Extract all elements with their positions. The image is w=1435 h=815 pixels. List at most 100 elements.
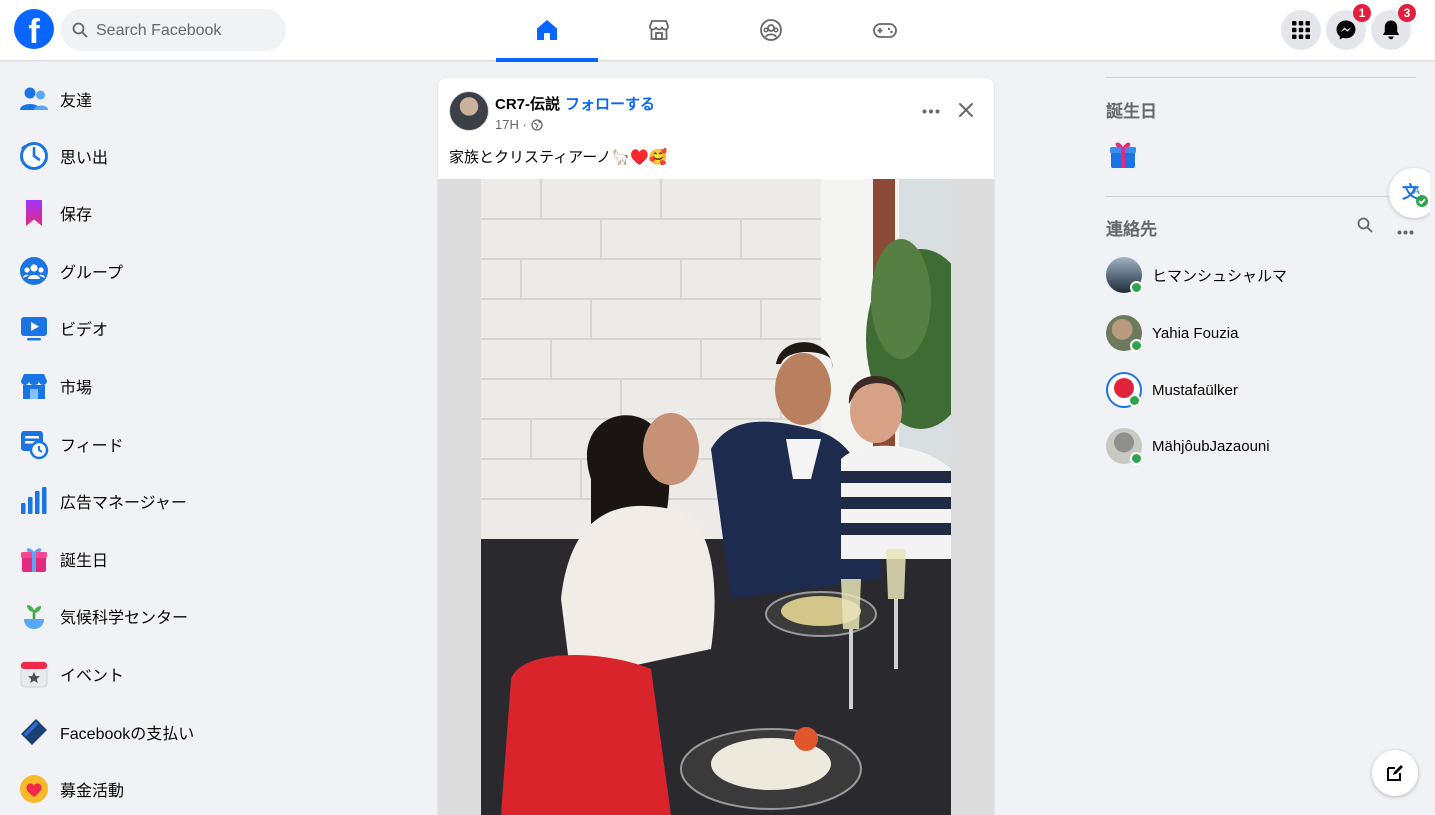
feed-post: CR7-伝説 · フォローする 17H · 家族とクリスティアーノ🦙♥️🥰 — [438, 78, 994, 815]
tab-marketplace[interactable] — [608, 0, 710, 60]
post-options-button[interactable] — [916, 98, 946, 124]
contact-name: Yahia Fouzia — [1152, 324, 1239, 342]
sidebar-item-label: 気候科学センター — [60, 610, 189, 627]
contact-name: Mustafaülker — [1152, 381, 1238, 399]
video-icon — [16, 310, 52, 346]
post-photo-container[interactable] — [438, 179, 994, 815]
post-photo[interactable] — [481, 179, 951, 815]
right-column-divider — [1106, 77, 1416, 78]
tab-home[interactable] — [496, 0, 598, 62]
post-author-name[interactable]: CR7-伝説 — [495, 93, 560, 114]
avatar — [1106, 257, 1143, 294]
online-indicator — [1130, 339, 1143, 352]
notifications-button[interactable]: 3 — [1371, 4, 1416, 50]
avatar — [1106, 372, 1142, 408]
sidebar-item-fundraisers[interactable]: 募金活動 — [8, 763, 298, 815]
contact-item[interactable]: Yahia Fouzia — [1106, 308, 1406, 358]
sidebar-item-label: 思い出 — [60, 150, 109, 167]
birthdays-heading: 誕生日 — [1106, 102, 1157, 121]
avatar — [1106, 315, 1143, 352]
gamepad-icon — [873, 23, 897, 38]
bell-icon — [1382, 20, 1400, 40]
compose-icon — [1387, 765, 1403, 781]
sidebar-item-facebook-pay[interactable]: Facebookの支払い — [8, 706, 298, 758]
post-meta: 17H · — [495, 117, 543, 132]
contact-item[interactable]: Mustafaülker — [1106, 365, 1406, 415]
close-icon — [959, 103, 973, 117]
contact-name: ヒマンシュシャルマ — [1152, 267, 1288, 285]
sidebar-item-label: 募金活動 — [60, 783, 125, 800]
sidebar-item-groups[interactable]: グループ — [8, 245, 298, 297]
sidebar-item-label: ビデオ — [60, 322, 109, 339]
online-indicator — [1128, 394, 1141, 407]
fundraiser-icon — [16, 771, 52, 807]
sidebar-item-ads-manager[interactable]: 広告マネージャー — [8, 475, 298, 527]
tab-groups[interactable] — [720, 0, 822, 60]
translate-extension-button[interactable]: 文 A — [1389, 168, 1435, 218]
feeds-icon — [16, 426, 52, 462]
svg-text:A: A — [1413, 186, 1420, 197]
search-input[interactable] — [94, 9, 278, 53]
sidebar-item-label: フィード — [60, 438, 124, 455]
more-horizontal-icon — [922, 109, 940, 113]
post-author-avatar[interactable] — [449, 91, 489, 131]
memories-icon — [16, 138, 52, 174]
home-icon — [537, 20, 557, 40]
saved-icon — [16, 195, 52, 231]
separator-dot: · — [556, 93, 561, 110]
post-timestamp[interactable]: 17H · — [495, 117, 527, 132]
sidebar-item-label: 市場 — [60, 380, 93, 397]
online-indicator — [1130, 281, 1143, 294]
sidebar-item-label: 保存 — [60, 207, 93, 224]
marketplace-icon — [16, 368, 52, 404]
menu-button[interactable] — [1281, 10, 1321, 50]
translate-icon: 文 A — [1402, 182, 1428, 207]
online-indicator — [1130, 452, 1143, 465]
sidebar-item-feeds[interactable]: フィード — [8, 418, 298, 470]
sidebar-item-video[interactable]: ビデオ — [8, 302, 298, 354]
messenger-icon — [1336, 20, 1356, 40]
sidebar-item-friends[interactable]: 友達 — [8, 73, 298, 125]
search-icon — [72, 22, 88, 38]
store-icon — [649, 20, 669, 40]
search-icon — [1357, 217, 1373, 233]
tab-gaming[interactable] — [834, 0, 936, 60]
contacts-search-button[interactable] — [1357, 217, 1373, 238]
contacts-heading: 連絡先 — [1106, 220, 1157, 239]
grid-menu-icon — [1292, 21, 1310, 39]
contact-item[interactable]: MähjôubJazaouni — [1106, 421, 1406, 471]
climate-icon — [16, 598, 52, 634]
globe-icon — [531, 118, 543, 131]
follow-button[interactable]: フォローする — [565, 93, 655, 114]
sidebar-item-label: 友達 — [60, 93, 93, 110]
messenger-button[interactable]: 1 — [1326, 4, 1371, 50]
post-caption: 家族とクリスティアーノ🦙♥️🥰 — [449, 149, 668, 166]
top-navigation-bar: f 1 3 — [0, 0, 1435, 62]
ads-manager-icon — [16, 483, 52, 519]
avatar — [1106, 428, 1143, 465]
contact-item[interactable]: ヒマンシュシャルマ — [1106, 250, 1406, 300]
more-horizontal-icon — [1397, 230, 1414, 235]
sidebar-item-events[interactable]: イベント — [8, 648, 298, 700]
hide-post-button[interactable] — [951, 95, 981, 125]
sidebar-item-birthdays[interactable]: 誕生日 — [8, 533, 298, 585]
sidebar-item-climate-center[interactable]: 気候科学センター — [8, 590, 298, 642]
sidebar-item-label: Facebookの支払い — [60, 726, 195, 743]
new-message-button[interactable] — [1372, 750, 1418, 796]
birthday-gift-icon[interactable] — [1108, 138, 1138, 175]
sidebar-item-memories[interactable]: 思い出 — [8, 130, 298, 182]
payments-icon — [16, 714, 52, 750]
contacts-options-button[interactable] — [1397, 222, 1414, 240]
facebook-logo[interactable]: f — [14, 9, 54, 49]
messenger-badge: 1 — [1353, 4, 1371, 22]
contact-name: MähjôubJazaouni — [1152, 437, 1270, 455]
sidebar-item-label: 広告マネージャー — [60, 495, 187, 512]
notifications-badge: 3 — [1398, 4, 1416, 22]
search-box[interactable] — [61, 9, 286, 53]
sidebar-item-marketplace[interactable]: 市場 — [8, 360, 298, 412]
friends-icon — [16, 81, 52, 117]
sidebar-item-label: イベント — [60, 668, 125, 685]
page-scrollbar[interactable] — [1430, 62, 1435, 815]
sidebar-item-saved[interactable]: 保存 — [8, 187, 298, 239]
right-column-divider — [1106, 196, 1416, 197]
